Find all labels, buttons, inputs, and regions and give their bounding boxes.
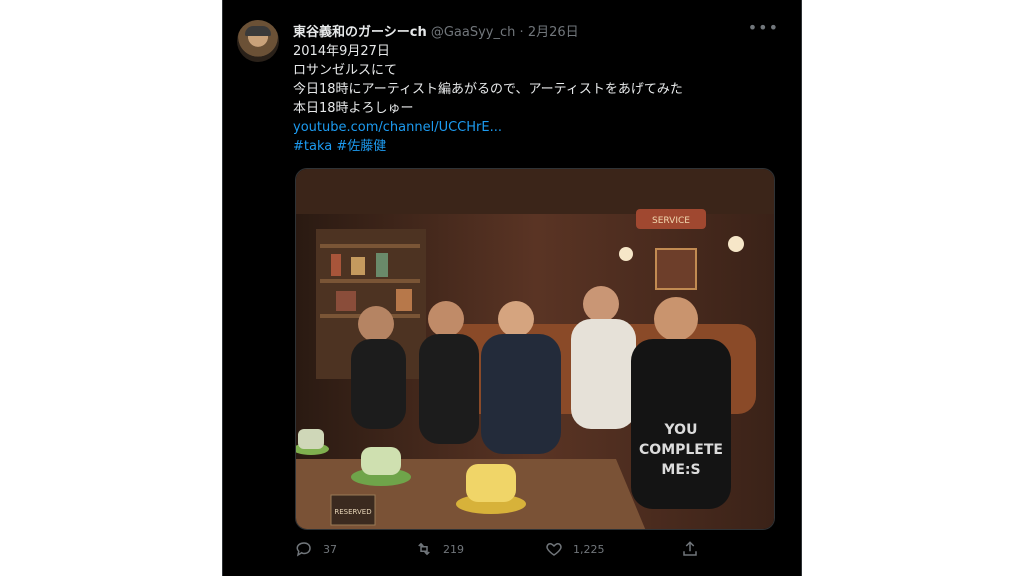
reserved-sign: RESERVED <box>334 508 371 516</box>
tweet-actions: 37 219 1,225 <box>295 540 775 562</box>
retweet-button[interactable]: 219 <box>415 540 464 558</box>
tweet-photo[interactable]: SERVICE YOU COMPLETE ME:S RESERVED <box>295 168 775 530</box>
reply-icon <box>296 542 311 557</box>
handle[interactable]: @GaaSyy_ch <box>431 25 516 40</box>
tweet-line: 本日18時よろしゅー <box>293 101 414 116</box>
display-name[interactable]: 東谷義和のガーシーch <box>293 25 427 40</box>
retweet-count: 219 <box>443 542 464 556</box>
like-button[interactable]: 1,225 <box>545 540 605 558</box>
avatar[interactable] <box>237 20 279 62</box>
wall-sign: SERVICE <box>652 216 690 226</box>
photo-illustration: SERVICE YOU COMPLETE ME:S RESERVED <box>296 169 774 529</box>
heart-icon <box>546 542 562 556</box>
tweet-text: 2014年9月27日 ロサンゼルスにて 今日18時にアーティスト編あがるので、ア… <box>293 42 773 156</box>
shirt-text-line1: YOU <box>664 422 698 438</box>
tweet-date[interactable]: 2月26日 <box>528 25 579 40</box>
tweet-header: 東谷義和のガーシーch @GaaSyy_ch · 2月26日 <box>293 21 579 40</box>
hashtag-taka[interactable]: #taka <box>293 139 332 154</box>
share-button[interactable] <box>681 540 709 558</box>
more-icon[interactable]: ••• <box>748 18 779 37</box>
hashtag-sato-takeru[interactable]: #佐藤健 <box>336 139 386 154</box>
reply-button[interactable]: 37 <box>295 540 337 558</box>
shirt-text-line3: ME:S <box>661 462 700 478</box>
separator-dot: · <box>519 25 524 40</box>
retweet-icon <box>418 542 430 556</box>
reply-count: 37 <box>323 542 337 556</box>
youtube-link[interactable]: youtube.com/channel/UCCHrE... <box>293 120 502 135</box>
tweet-line: ロサンゼルスにて <box>293 63 398 78</box>
share-icon <box>683 541 697 556</box>
tweet-line: 2014年9月27日 <box>293 44 390 59</box>
tweet-line: 今日18時にアーティスト編あがるので、アーティストをあげてみた <box>293 82 683 97</box>
like-count: 1,225 <box>573 542 605 556</box>
tweet-card[interactable]: 東谷義和のガーシーch @GaaSyy_ch · 2月26日 ••• 2014年… <box>222 0 802 576</box>
shirt-text-line2: COMPLETE <box>639 442 723 458</box>
